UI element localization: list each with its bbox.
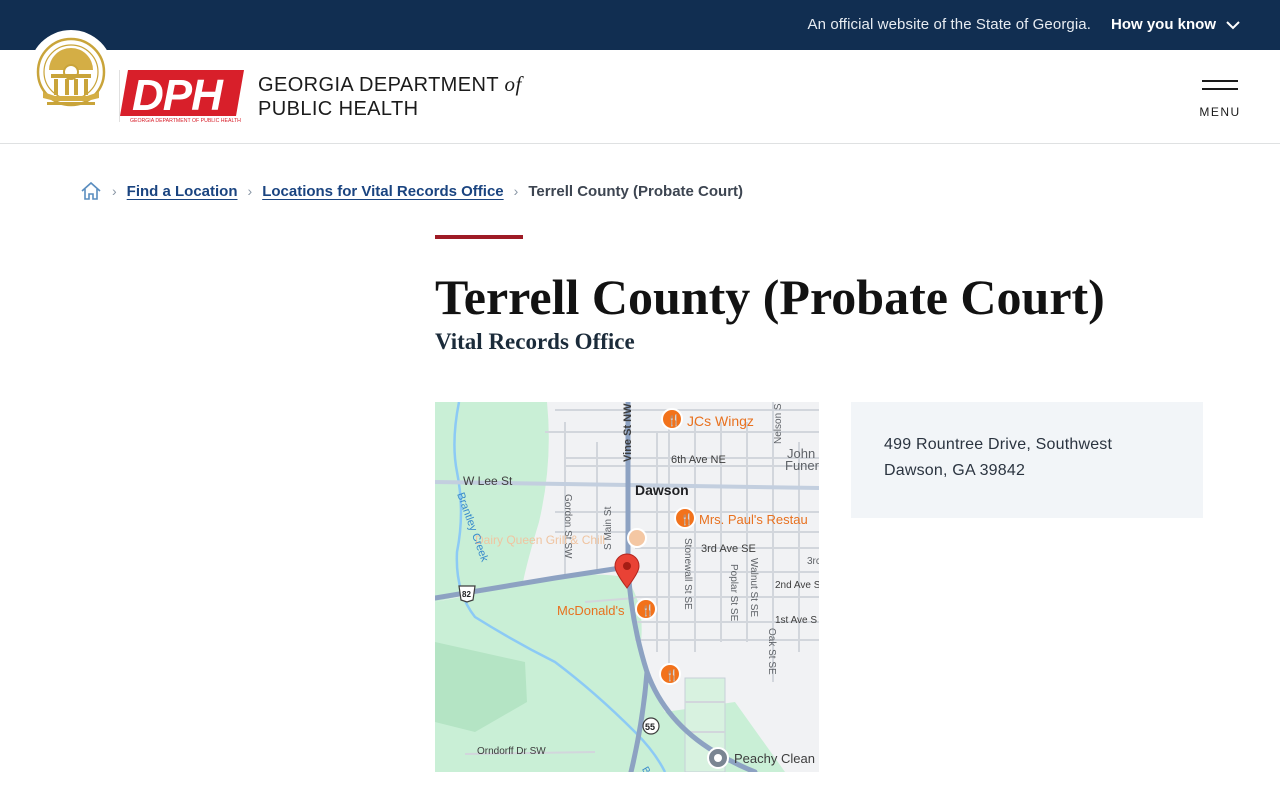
dph-mark-text: DPH [132, 71, 224, 120]
page-subtitle: Vital Records Office [435, 329, 635, 354]
menu-label: MENU [1199, 105, 1241, 119]
chevron-right-icon: › [513, 183, 519, 199]
title-accent-bar [435, 235, 523, 239]
hamburger-icon [1202, 80, 1238, 82]
map-label-nelson: Nelson S [773, 403, 784, 444]
address-city-state-zip: Dawson, GA 39842 [884, 462, 1026, 479]
chevron-down-icon[interactable] [1226, 18, 1240, 32]
restaurant-marker-icon[interactable]: 🍴 [661, 408, 683, 430]
map-label-first: 1st Ave S [775, 615, 817, 626]
highway-shield-82: 82 [458, 585, 476, 603]
official-site-text: An official website of the State of Geor… [807, 16, 1091, 33]
map-label-gordon: Gordon St SW [562, 494, 573, 559]
chevron-right-icon: › [112, 183, 117, 199]
breadcrumb-vital-records-locations[interactable]: Locations for Vital Records Office [262, 183, 503, 200]
menu-button[interactable]: MENU [1196, 78, 1244, 122]
map-label-mrspauls: Mrs. Paul's Restau [699, 512, 808, 527]
map-label-poplar: Poplar St SE [728, 564, 739, 622]
svg-text:🍴: 🍴 [680, 513, 694, 526]
map-label-second: 2nd Ave S [775, 580, 819, 591]
map-label-oak: Oak St SE [766, 628, 777, 675]
map-label-sixth: 6th Ave NE [671, 454, 726, 466]
restaurant-marker-icon[interactable]: 🍴 [674, 507, 696, 529]
address-card: 499 Rountree Drive, Southwest Dawson, GA… [851, 402, 1203, 518]
map-label-peachy: Peachy Clean [734, 751, 815, 766]
map-label-dairyqueen: Dairy Queen Grill & Chill [475, 533, 605, 547]
svg-text:82: 82 [462, 590, 471, 599]
georgia-seal-icon [36, 37, 106, 107]
restaurant-marker-icon[interactable]: 🍴 [635, 598, 657, 620]
map-label-orndorff: Orndorff Dr SW [477, 746, 546, 757]
map-label-jcs: JCs Wingz [687, 413, 754, 429]
map-label-third2: 3rc [807, 556, 819, 567]
department-name-line2: PUBLIC HEALTH [258, 98, 419, 120]
place-marker-icon[interactable] [707, 747, 729, 769]
map-label-dawson: Dawson [635, 482, 689, 498]
map-label-third: 3rd Ave SE [701, 543, 756, 555]
how-you-know-button[interactable]: How you know [1111, 16, 1216, 33]
map-label-vine: Vine St NW [622, 403, 634, 462]
breadcrumb-find-location[interactable]: Find a Location [127, 183, 238, 200]
department-name-line1: GEORGIA DEPARTMENT [258, 74, 505, 96]
restaurant-marker-icon[interactable] [627, 528, 647, 548]
map-label-funer: Funer [785, 458, 819, 473]
hamburger-icon-line [1202, 88, 1238, 90]
location-map[interactable]: JCs Wingz Vine St NW Nelson S John Funer… [435, 402, 819, 772]
chevron-right-icon: › [247, 183, 253, 199]
restaurant-marker-icon[interactable]: 🍴 [659, 663, 681, 685]
svg-text:🍴: 🍴 [665, 669, 679, 682]
page-title: Terrell County (Probate Court) [435, 269, 1105, 325]
breadcrumb: › Find a Location › Locations for Vital … [80, 178, 743, 204]
svg-text:55: 55 [645, 722, 655, 732]
department-name[interactable]: GEORGIA DEPARTMENT of PUBLIC HEALTH [258, 72, 522, 121]
map-label-stonewall: Stonewall St SE [682, 538, 693, 610]
map-label-mcdonalds: McDonald's [557, 603, 625, 618]
dph-logo[interactable]: DPH GEORGIA DEPARTMENT OF PUBLIC HEALTH [118, 68, 244, 124]
highway-shield-55: 55 [642, 717, 660, 735]
breadcrumb-current: Terrell County (Probate Court) [528, 182, 744, 200]
map-label-walnut: Walnut St SE [748, 558, 759, 617]
map-label-wlee: W Lee St [463, 474, 513, 488]
official-site-banner: An official website of the State of Geor… [0, 0, 1280, 50]
state-seal-logo[interactable] [29, 30, 113, 114]
dph-tagline: GEORGIA DEPARTMENT OF PUBLIC HEALTH [130, 118, 241, 124]
address-street: 499 Rountree Drive, Southwest [884, 436, 1113, 453]
home-icon[interactable] [80, 180, 102, 202]
svg-text:🍴: 🍴 [667, 414, 681, 427]
svg-text:🍴: 🍴 [641, 604, 655, 617]
department-name-of: of [504, 72, 522, 96]
site-header: DPH GEORGIA DEPARTMENT OF PUBLIC HEALTH … [0, 30, 1280, 144]
